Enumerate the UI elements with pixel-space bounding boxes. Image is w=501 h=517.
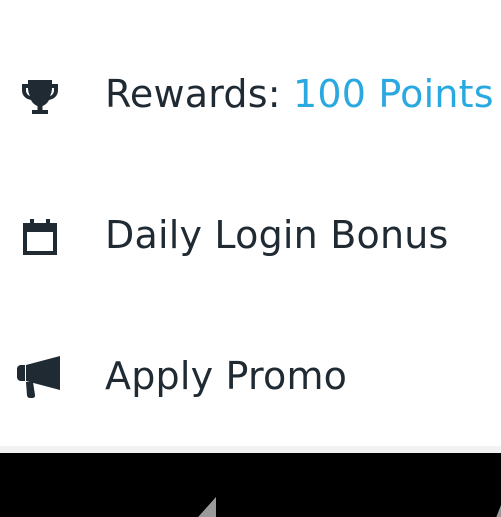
- trophy-icon: [16, 74, 64, 118]
- rewards-points: 100 Points: [293, 72, 494, 116]
- nav-partial-icon: [482, 483, 501, 517]
- divider: [0, 446, 501, 453]
- rewards-label: Rewards: 100 Points: [105, 72, 494, 116]
- screen: Rewards: 100 Points Daily Login Bonus Ap…: [0, 0, 501, 517]
- system-navigation-bar: [0, 453, 501, 517]
- calendar-icon: [16, 215, 64, 259]
- daily-login-bonus-label: Daily Login Bonus: [105, 213, 449, 257]
- back-triangle-icon[interactable]: [180, 495, 220, 517]
- apply-promo-label: Apply Promo: [105, 354, 348, 398]
- megaphone-icon: [16, 355, 64, 399]
- rewards-prefix: Rewards:: [105, 72, 281, 116]
- menu-item-daily-login-bonus[interactable]: Daily Login Bonus: [0, 187, 501, 287]
- menu-item-apply-promo[interactable]: Apply Promo: [0, 328, 501, 428]
- menu-item-rewards[interactable]: Rewards: 100 Points: [0, 46, 501, 146]
